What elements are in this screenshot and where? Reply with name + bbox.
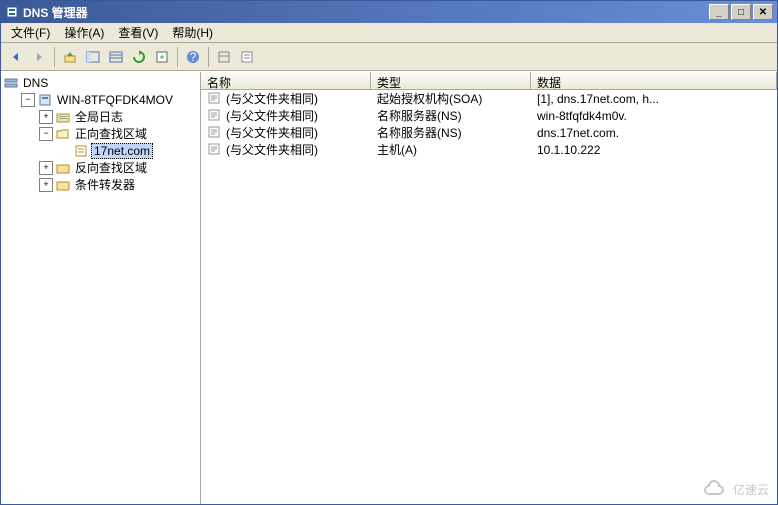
window-control-buttons: _ □ ✕ [709, 4, 773, 20]
dns-app-icon [5, 5, 19, 19]
content-area: DNS − WIN-8TFQFDK4MOV + 全局日志 − 正向查找区域 [1, 71, 777, 504]
forward-button[interactable] [28, 46, 50, 68]
record-name: (与父文件夹相同) [226, 107, 318, 124]
view-list-button[interactable] [105, 46, 127, 68]
record-row[interactable]: (与父文件夹相同) 名称服务器(NS)dns.17net.com. [201, 124, 777, 141]
record-data-cell: dns.17net.com. [531, 126, 777, 140]
server-icon [37, 92, 53, 108]
folder-icon [55, 160, 71, 176]
record-icon [207, 142, 223, 158]
cloud-icon [703, 480, 729, 498]
toolbar-separator [208, 47, 209, 67]
watermark-text: 亿速云 [733, 481, 769, 498]
show-hide-tree-button[interactable] [82, 46, 104, 68]
tree-label: 全局日志 [73, 108, 125, 125]
folder-icon [55, 177, 71, 193]
record-name-cell: (与父文件夹相同) [201, 124, 371, 141]
tree-label: 反向查找区域 [73, 159, 149, 176]
record-type-cell: 起始授权机构(SOA) [371, 90, 531, 107]
record-data-cell: 10.1.10.222 [531, 143, 777, 157]
maximize-button[interactable]: □ [731, 4, 751, 20]
properties-button[interactable] [236, 46, 258, 68]
tree-label: DNS [21, 76, 50, 90]
tree-pane[interactable]: DNS − WIN-8TFQFDK4MOV + 全局日志 − 正向查找区域 [1, 72, 201, 504]
record-name-cell: (与父文件夹相同) [201, 107, 371, 124]
refresh-button[interactable] [128, 46, 150, 68]
record-type-cell: 名称服务器(NS) [371, 107, 531, 124]
record-type-cell: 名称服务器(NS) [371, 124, 531, 141]
record-name-cell: (与父文件夹相同) [201, 141, 371, 158]
toolbar-separator [54, 47, 55, 67]
record-icon [207, 108, 223, 124]
record-data-cell: [1], dns.17net.com, h... [531, 92, 777, 106]
toolbar-separator [177, 47, 178, 67]
record-type-cell: 主机(A) [371, 141, 531, 158]
help-button[interactable]: ? [182, 46, 204, 68]
expander-blank [57, 144, 71, 158]
toolbar: ? [1, 43, 777, 71]
record-data-cell: win-8tfqfdk4m0v. [531, 109, 777, 123]
menu-help[interactable]: 帮助(H) [166, 22, 219, 43]
menu-file[interactable]: 文件(F) [5, 22, 56, 43]
dns-manager-window: DNS 管理器 _ □ ✕ 文件(F) 操作(A) 查看(V) 帮助(H) ? [0, 0, 778, 505]
menu-view[interactable]: 查看(V) [112, 22, 164, 43]
watermark: 亿速云 [703, 480, 769, 498]
list-pane: 名称 类型 数据 (与父文件夹相同) 起始授权机构(SOA)[1], dns.17… [201, 72, 777, 504]
tree-label: 正向查找区域 [73, 125, 149, 142]
record-name-cell: (与父文件夹相同) [201, 90, 371, 107]
record-icon [207, 125, 223, 141]
record-name: (与父文件夹相同) [226, 124, 318, 141]
minimize-button[interactable]: _ [709, 4, 729, 20]
expander-icon[interactable]: − [21, 93, 35, 107]
up-button[interactable] [59, 46, 81, 68]
record-name: (与父文件夹相同) [226, 90, 318, 107]
close-button[interactable]: ✕ [753, 4, 773, 20]
record-row[interactable]: (与父文件夹相同) 主机(A)10.1.10.222 [201, 141, 777, 158]
tree-node-global-log[interactable]: + 全局日志 [3, 108, 198, 125]
record-row[interactable]: (与父文件夹相同) 名称服务器(NS)win-8tfqfdk4m0v. [201, 107, 777, 124]
tree-node-forward-zone[interactable]: − 正向查找区域 [3, 125, 198, 142]
export-button[interactable] [151, 46, 173, 68]
expander-icon[interactable]: − [39, 127, 53, 141]
record-icon [207, 91, 223, 107]
window-title: DNS 管理器 [23, 4, 709, 21]
tree-node-dns-root[interactable]: DNS [3, 74, 198, 91]
menu-bar: 文件(F) 操作(A) 查看(V) 帮助(H) [1, 23, 777, 43]
tree-label: WIN-8TFQFDK4MOV [55, 93, 175, 107]
expander-icon[interactable]: + [39, 161, 53, 175]
tree-label: 条件转发器 [73, 176, 137, 193]
list-body[interactable]: (与父文件夹相同) 起始授权机构(SOA)[1], dns.17net.com, … [201, 90, 777, 504]
tree-label-selected: 17net.com [91, 143, 153, 159]
title-bar: DNS 管理器 _ □ ✕ [1, 1, 777, 23]
column-header-type[interactable]: 类型 [371, 72, 531, 89]
menu-action[interactable]: 操作(A) [58, 22, 110, 43]
tree-node-server[interactable]: − WIN-8TFQFDK4MOV [3, 91, 198, 108]
filter-button[interactable] [213, 46, 235, 68]
tree-node-reverse-zone[interactable]: + 反向查找区域 [3, 159, 198, 176]
tree-node-zone-17net[interactable]: 17net.com [3, 142, 198, 159]
tree-node-conditional-fwd[interactable]: + 条件转发器 [3, 176, 198, 193]
zone-icon [73, 143, 89, 159]
folder-open-icon [55, 126, 71, 142]
column-header-name[interactable]: 名称 [201, 72, 371, 89]
dns-root-icon [3, 75, 19, 91]
record-row[interactable]: (与父文件夹相同) 起始授权机构(SOA)[1], dns.17net.com, … [201, 90, 777, 107]
back-button[interactable] [5, 46, 27, 68]
expander-icon[interactable]: + [39, 110, 53, 124]
expander-icon[interactable]: + [39, 178, 53, 192]
column-header-data[interactable]: 数据 [531, 72, 777, 89]
svg-text:?: ? [190, 50, 197, 64]
record-name: (与父文件夹相同) [226, 141, 318, 158]
log-folder-icon [55, 109, 71, 125]
list-header: 名称 类型 数据 [201, 72, 777, 90]
